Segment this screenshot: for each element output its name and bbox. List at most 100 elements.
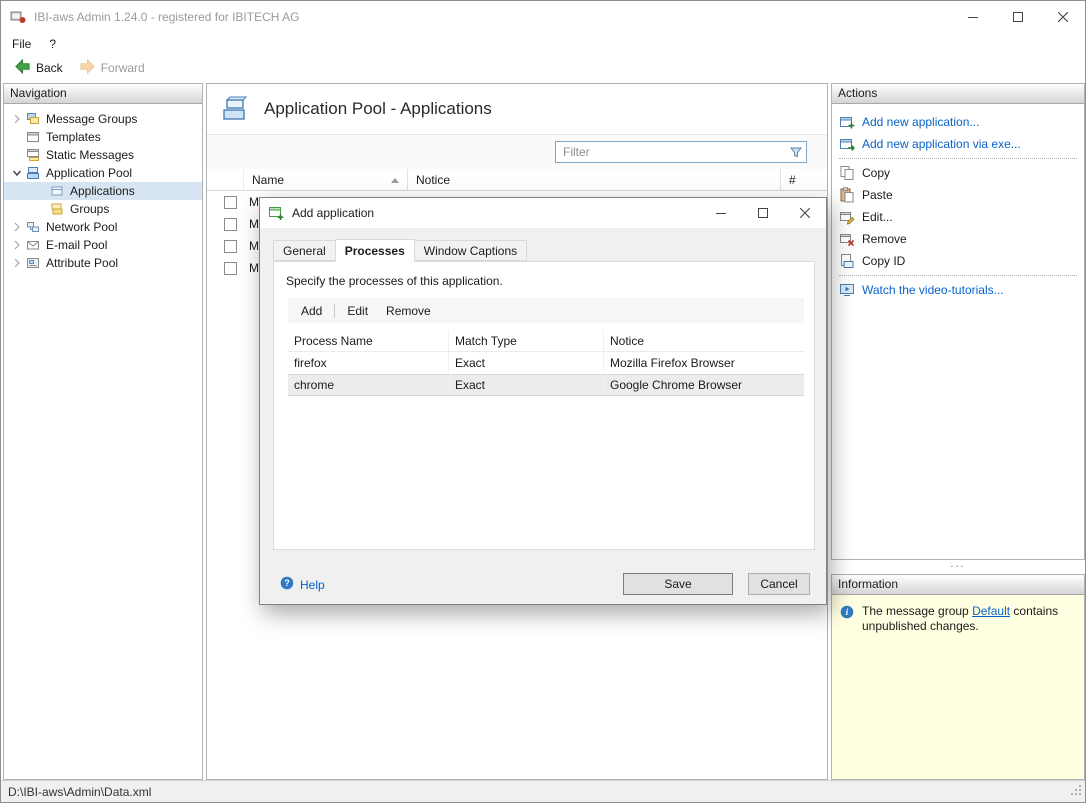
actions-panel: Actions Add new application... Add new a… xyxy=(831,83,1085,560)
back-label: Back xyxy=(36,61,63,75)
copy-action[interactable]: Copy xyxy=(832,162,1084,184)
tab-window-captions[interactable]: Window Captions xyxy=(414,240,527,261)
dialog-close-button[interactable] xyxy=(784,198,826,228)
information-body: i The message group Default contains unp… xyxy=(832,595,1084,779)
video-tutorials-icon xyxy=(839,282,855,298)
processes-description: Specify the processes of this applicatio… xyxy=(286,274,503,288)
save-button[interactable]: Save xyxy=(623,573,733,595)
actions-divider xyxy=(839,158,1077,159)
remove-icon xyxy=(839,231,855,247)
svg-text:i: i xyxy=(846,608,849,618)
applications-icon xyxy=(49,183,65,199)
chevron-down-icon[interactable] xyxy=(9,165,25,181)
message-groups-icon xyxy=(25,111,41,127)
sidebar-item-message-groups[interactable]: Message Groups xyxy=(4,110,202,128)
add-application-exe-icon xyxy=(839,136,855,152)
process-row-chrome[interactable]: chrome Exact Google Chrome Browser xyxy=(288,374,804,396)
process-edit-button[interactable]: Edit xyxy=(338,302,377,320)
process-add-button[interactable]: Add xyxy=(292,302,331,320)
tab-processes[interactable]: Processes xyxy=(335,239,415,262)
copy-icon xyxy=(839,165,855,181)
sidebar-item-application-pool[interactable]: Application Pool xyxy=(4,164,202,182)
application-pool-large-icon xyxy=(219,94,249,127)
watch-video-tutorials-link[interactable]: Watch the video-tutorials... xyxy=(832,279,1084,301)
menu-file[interactable]: File xyxy=(3,32,40,55)
sidebar-item-label: Message Groups xyxy=(46,112,137,126)
navigation-panel: Navigation Message Groups Templates Stat… xyxy=(3,83,203,780)
process-row-firefox[interactable]: firefox Exact Mozilla Firefox Browser xyxy=(288,352,804,374)
information-panel: Information i The message group Default … xyxy=(831,574,1085,780)
attribute-pool-icon xyxy=(25,255,41,271)
row-checkbox[interactable] xyxy=(224,240,237,253)
chevron-right-icon[interactable] xyxy=(9,237,25,253)
chevron-right-icon[interactable] xyxy=(9,111,25,127)
dialog-maximize-button[interactable] xyxy=(742,198,784,228)
process-remove-button[interactable]: Remove xyxy=(377,302,440,320)
copy-id-action[interactable]: Copy ID xyxy=(832,250,1084,272)
sidebar-item-templates[interactable]: Templates xyxy=(4,128,202,146)
sidebar-item-applications[interactable]: Applications xyxy=(4,182,202,200)
sidebar-item-label: Attribute Pool xyxy=(46,256,118,270)
filter-funnel-icon[interactable] xyxy=(786,145,806,159)
cancel-button[interactable]: Cancel xyxy=(748,573,810,595)
chevron-right-icon[interactable] xyxy=(9,219,25,235)
back-button[interactable]: Back xyxy=(7,57,70,79)
help-link[interactable]: ? Help xyxy=(280,576,325,593)
tab-general[interactable]: General xyxy=(273,240,336,261)
minimize-button[interactable] xyxy=(950,1,995,32)
column-header-count[interactable]: # xyxy=(780,169,827,190)
sidebar-item-label: Groups xyxy=(70,202,109,216)
help-icon: ? xyxy=(280,576,294,593)
forward-arrow-icon xyxy=(79,58,96,78)
groups-icon xyxy=(49,201,65,217)
column-header-name[interactable]: Name xyxy=(243,169,407,190)
statusbar: D:\IBI-aws\Admin\Data.xml xyxy=(1,780,1085,802)
row-checkbox[interactable] xyxy=(224,196,237,209)
applications-table-header: Name Notice # xyxy=(207,169,827,191)
sidebar-item-static-messages[interactable]: Static Messages xyxy=(4,146,202,164)
app-icon xyxy=(10,9,26,25)
column-header-match-type[interactable]: Match Type xyxy=(448,330,603,351)
maximize-button[interactable] xyxy=(995,1,1040,32)
paste-action[interactable]: Paste xyxy=(832,184,1084,206)
navigation-tree: Message Groups Templates Static Messages… xyxy=(4,104,202,272)
column-header-process-name[interactable]: Process Name xyxy=(288,330,448,351)
statusbar-path: D:\IBI-aws\Admin\Data.xml xyxy=(8,785,151,799)
add-new-application-via-exe-link[interactable]: Add new application via exe... xyxy=(832,133,1084,155)
row-checkbox[interactable] xyxy=(224,262,237,275)
sidebar-item-email-pool[interactable]: E-mail Pool xyxy=(4,236,202,254)
information-text: The message group xyxy=(862,604,972,618)
filter-row xyxy=(207,135,827,169)
forward-button[interactable]: Forward xyxy=(72,57,152,79)
menubar: File ? xyxy=(1,32,1085,55)
navigation-header: Navigation xyxy=(4,84,202,104)
panel-splitter-handle[interactable]: ... xyxy=(831,559,1085,574)
sidebar-item-network-pool[interactable]: Network Pool xyxy=(4,218,202,236)
templates-icon xyxy=(25,129,41,145)
edit-pencil-icon xyxy=(839,209,855,225)
dialog-minimize-button[interactable] xyxy=(700,198,742,228)
close-button[interactable] xyxy=(1040,1,1085,32)
info-icon: i xyxy=(840,605,854,623)
edit-action[interactable]: Edit... xyxy=(832,206,1084,228)
menu-help[interactable]: ? xyxy=(40,32,65,55)
add-new-application-link[interactable]: Add new application... xyxy=(832,111,1084,133)
default-group-link[interactable]: Default xyxy=(972,604,1010,618)
sort-ascending-icon xyxy=(391,178,399,183)
copy-id-icon xyxy=(839,253,855,269)
filter-input[interactable] xyxy=(556,145,786,159)
processes-toolstrip: Add Edit Remove xyxy=(288,298,804,323)
toolstrip-separator xyxy=(334,304,335,318)
remove-action[interactable]: Remove xyxy=(832,228,1084,250)
row-checkbox[interactable] xyxy=(224,218,237,231)
sidebar-item-groups[interactable]: Groups xyxy=(4,200,202,218)
sidebar-item-attribute-pool[interactable]: Attribute Pool xyxy=(4,254,202,272)
resize-grip-icon[interactable] xyxy=(1070,784,1082,799)
filter-box xyxy=(555,141,807,163)
column-header-notice[interactable]: Notice xyxy=(603,330,804,351)
chevron-right-icon[interactable] xyxy=(9,255,25,271)
column-header-notice[interactable]: Notice xyxy=(407,169,780,190)
sidebar-item-label: Templates xyxy=(46,130,101,144)
titlebar: IBI-aws Admin 1.24.0 - registered for IB… xyxy=(1,1,1085,32)
processes-table-header: Process Name Match Type Notice xyxy=(288,330,804,352)
